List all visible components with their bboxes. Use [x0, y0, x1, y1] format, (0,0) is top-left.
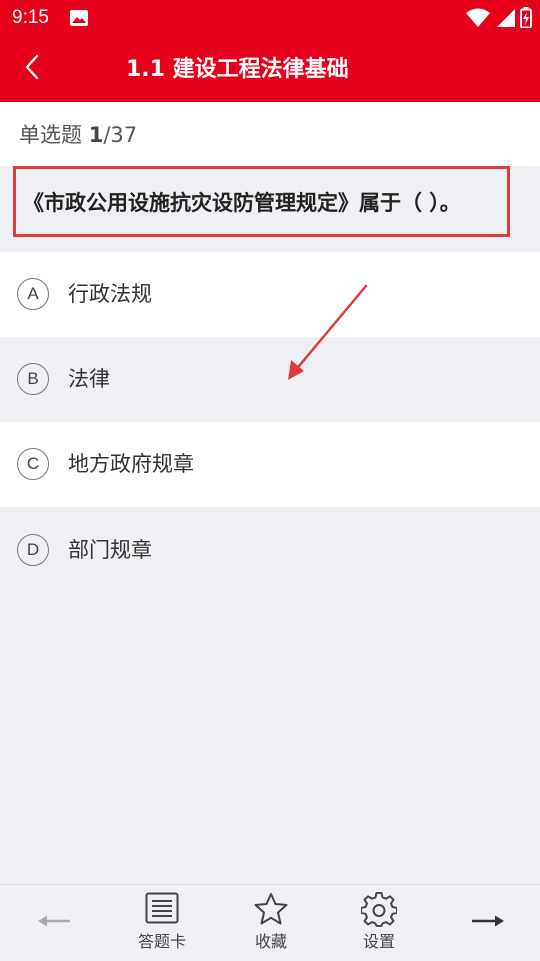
answer-card-button[interactable]: 答题卡 [122, 885, 202, 961]
option-b[interactable]: B 法律 [0, 337, 540, 422]
gallery-icon [70, 10, 88, 30]
wifi-icon [466, 8, 490, 32]
question-type-label: 单选题 [19, 123, 82, 147]
gear-icon [360, 891, 398, 932]
option-a-letter: A [17, 278, 49, 310]
question-progress: 单选题 1/37 [19, 122, 137, 148]
favorite-button[interactable]: 收藏 [231, 885, 311, 961]
option-c-text: 地方政府规章 [68, 452, 194, 476]
star-icon [253, 892, 289, 930]
option-c[interactable]: C 地方政府规章 [0, 422, 540, 507]
signal-icon [494, 8, 516, 32]
question-total: /37 [103, 123, 138, 147]
question-highlight-box: 《市政公用设施抗灾设防管理规定》属于（ ）。 [13, 166, 510, 237]
option-a[interactable]: A 行政法规 [0, 252, 540, 337]
option-d-letter: D [17, 534, 49, 566]
status-bar: 9:15 [0, 0, 540, 36]
arrow-left-icon [37, 913, 71, 932]
chevron-left-icon [24, 54, 40, 84]
status-icons [466, 7, 532, 32]
option-d[interactable]: D 部门规章 [0, 508, 540, 593]
settings-button[interactable]: 设置 [339, 885, 419, 961]
status-time: 9:15 [12, 7, 49, 28]
next-question-button[interactable] [448, 885, 528, 961]
favorite-label: 收藏 [254, 932, 287, 951]
option-d-text: 部门规章 [68, 538, 152, 562]
question-meta-row: 单选题 1/37 [0, 102, 540, 166]
question-text: 《市政公用设施抗灾设防管理规定》属于（ ）。 [23, 191, 461, 215]
prev-question-button[interactable] [14, 885, 94, 961]
option-b-text: 法律 [68, 367, 110, 391]
battery-icon [520, 7, 532, 32]
question-current-number: 1 [88, 123, 104, 147]
answer-card-label: 答题卡 [137, 932, 186, 951]
option-c-letter: C [17, 448, 49, 480]
app-bar: 1.1 建设工程法律基础 [0, 36, 540, 102]
option-a-text: 行政法规 [68, 282, 152, 306]
back-button[interactable] [10, 47, 54, 91]
question-area: 《市政公用设施抗灾设防管理规定》属于（ ）。 [0, 166, 540, 252]
bottom-nav: 答题卡 收藏 设置 [0, 884, 540, 960]
arrow-right-icon [471, 913, 505, 932]
option-b-letter: B [17, 363, 49, 395]
settings-label: 设置 [362, 932, 395, 951]
page-title: 1.1 建设工程法律基础 [126, 57, 349, 82]
answer-card-icon [145, 892, 179, 928]
